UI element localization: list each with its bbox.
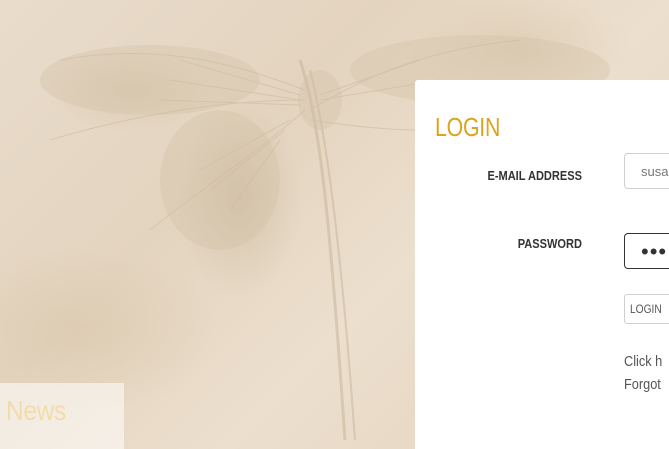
password-field[interactable]: •••: [624, 233, 669, 269]
register-link[interactable]: Click h: [624, 353, 662, 370]
news-title: News: [6, 395, 66, 426]
login-heading: LOGIN: [435, 112, 501, 142]
password-label: PASSWORD: [517, 236, 582, 251]
email-field[interactable]: susa: [624, 153, 669, 189]
password-field-value: •••: [641, 239, 668, 264]
news-panel: News: [0, 383, 124, 449]
login-form: LOGIN E-MAIL ADDRESS susa PASSWORD ••• L…: [415, 80, 669, 449]
forgot-password-link[interactable]: Forgot: [624, 376, 661, 393]
login-button-label: LOGIN: [630, 302, 662, 316]
login-button[interactable]: LOGIN: [624, 294, 669, 324]
email-label: E-MAIL ADDRESS: [487, 168, 582, 183]
page: News LOGIN E-MAIL ADDRESS susa PASSWORD …: [0, 0, 669, 449]
email-field-value: susa: [641, 164, 669, 179]
